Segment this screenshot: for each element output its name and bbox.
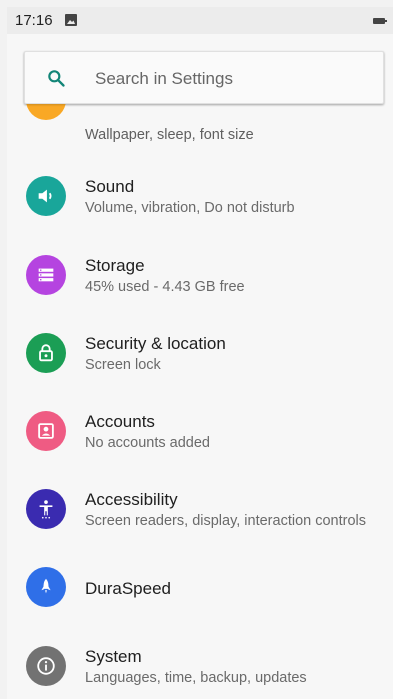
item-subtitle: No accounts added: [85, 435, 210, 451]
item-subtitle: Screen lock: [85, 357, 161, 373]
item-subtitle: Wallpaper, sleep, font size: [85, 127, 254, 143]
settings-screen: 17:16 Search in Settings Wallpaper, slee…: [7, 7, 393, 699]
settings-item-storage[interactable]: Storage 45% used - 4.43 GB free: [7, 236, 393, 314]
item-title: DuraSpeed: [85, 579, 172, 598]
settings-item-security[interactable]: Security & location Screen lock: [7, 314, 393, 392]
settings-item-accounts[interactable]: Accounts No accounts added: [7, 392, 393, 470]
item-title: Storage: [85, 256, 145, 275]
item-title: Security & location: [85, 334, 226, 353]
search-input[interactable]: Search in Settings: [24, 51, 384, 104]
display-icon: [26, 80, 66, 120]
item-subtitle: Volume, vibration, Do not disturb: [85, 200, 295, 216]
accessibility-icon: [26, 489, 66, 529]
info-icon: [26, 646, 66, 686]
settings-item-accessibility[interactable]: Accessibility Screen readers, display, i…: [7, 470, 393, 548]
storage-icon: [26, 255, 66, 295]
item-title: Accounts: [85, 412, 155, 431]
lock-icon: [26, 333, 66, 373]
item-subtitle: 45% used - 4.43 GB free: [85, 279, 245, 295]
search-placeholder: Search in Settings: [95, 69, 233, 88]
settings-item-sound[interactable]: Sound Volume, vibration, Do not disturb: [7, 157, 393, 235]
rocket-icon: [26, 567, 66, 607]
status-time: 17:16: [15, 12, 53, 29]
item-subtitle: Languages, time, backup, updates: [85, 670, 307, 686]
volume-icon: [26, 176, 66, 216]
settings-item-display[interactable]: Wallpaper, sleep, font size: [7, 80, 393, 149]
item-title: Sound: [85, 177, 135, 196]
status-bar: 17:16: [7, 7, 393, 34]
account-icon: [26, 411, 66, 451]
settings-item-duraspeed[interactable]: DuraSpeed: [7, 548, 393, 626]
item-subtitle: Screen readers, display, interaction con…: [85, 513, 367, 529]
item-title: Accessibility: [85, 490, 178, 509]
settings-item-system[interactable]: System Languages, time, backup, updates: [7, 627, 393, 699]
battery-icon: [373, 18, 387, 24]
item-title: System: [85, 647, 142, 666]
image-notification-icon: [65, 14, 77, 26]
